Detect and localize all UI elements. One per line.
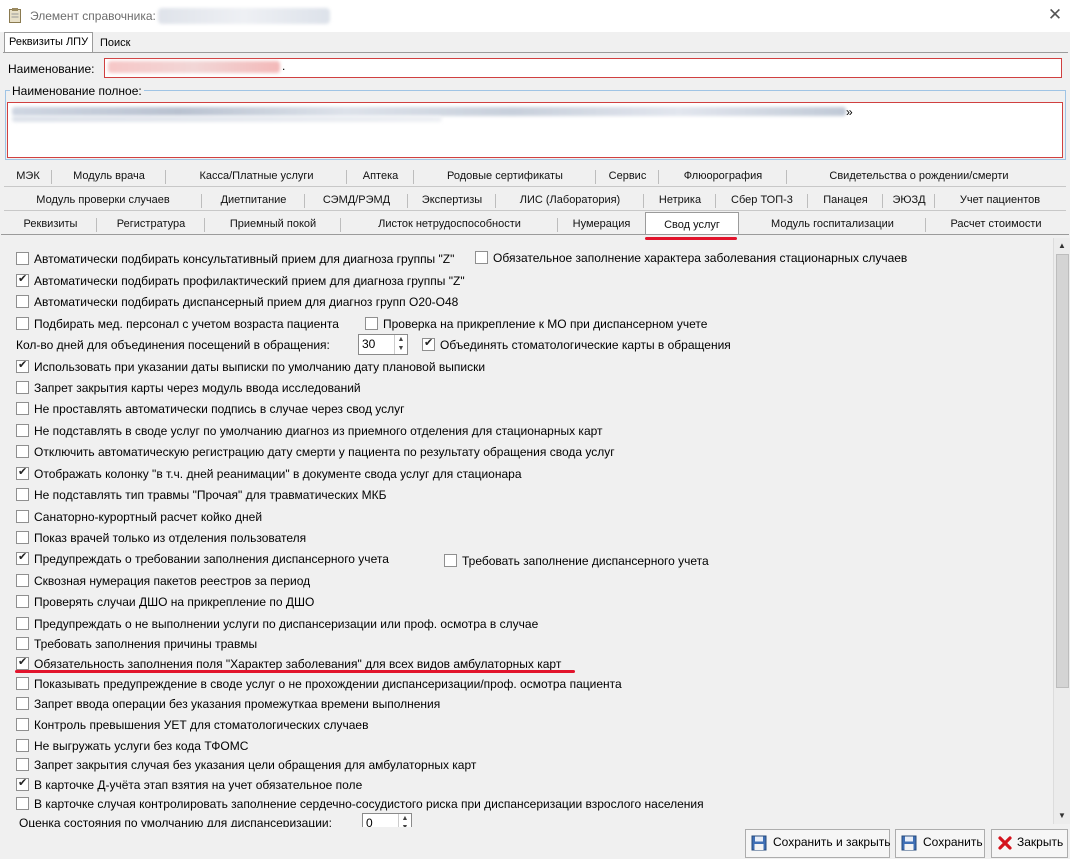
tab-flyuorografiya[interactable]: Флюорография <box>659 167 787 187</box>
checkbox-9[interactable] <box>16 402 29 415</box>
tab-semd-remd[interactable]: СЭМД/РЭМД <box>305 191 408 211</box>
window-title: Элемент справочника: <box>30 9 156 23</box>
tab-ekspertizy[interactable]: Экспертизы <box>408 191 496 211</box>
checkbox-5[interactable] <box>365 317 378 330</box>
checkbox-21[interactable] <box>16 637 29 650</box>
checkbox-12[interactable] <box>16 465 29 480</box>
close-button[interactable]: Закрыть <box>991 829 1068 858</box>
stepper-arrows-icon[interactable]: ▲▼ <box>398 814 411 827</box>
checkbox-28[interactable] <box>16 776 29 791</box>
tab-dietpitanie[interactable]: Диетпитание <box>202 191 305 211</box>
save-button[interactable]: Сохранить <box>895 829 985 858</box>
redacted-name <box>108 61 280 73</box>
tab-modul-proverki[interactable]: Модуль проверки случаев <box>4 191 202 211</box>
tab-rekvizity-lpu[interactable]: Реквизиты ЛПУ <box>4 32 94 53</box>
checkbox-6[interactable] <box>422 336 435 351</box>
checkbox-18[interactable] <box>16 574 29 587</box>
checkbox-11[interactable] <box>16 445 29 458</box>
tab-priemnyy-pokoy[interactable]: Приемный покой <box>205 215 341 235</box>
checkbox-10[interactable] <box>16 424 29 437</box>
tab-sber-top3[interactable]: Сбер ТОП-3 <box>716 191 808 211</box>
checkbox-23[interactable] <box>16 677 29 690</box>
tab-apteka[interactable]: Аптека <box>347 167 414 187</box>
clipboard-icon <box>9 8 21 23</box>
tab-netrika[interactable]: Нетрика <box>644 191 716 211</box>
save-icon <box>901 835 917 851</box>
option-highlight-underline <box>15 670 575 673</box>
close-red-icon <box>998 836 1012 850</box>
tab-row-divider <box>4 210 1066 211</box>
checkbox-4[interactable] <box>16 317 29 330</box>
checkbox-29[interactable] <box>16 797 29 810</box>
tab-row-divider <box>4 186 1066 187</box>
checkbox-1[interactable] <box>475 251 488 264</box>
assessment-label: Оценка состояния по умолчанию для диспан… <box>19 816 332 827</box>
top-tabstrip: Реквизиты ЛПУ Поиск <box>4 32 1070 53</box>
checkbox-2[interactable] <box>16 272 29 287</box>
checkbox-15[interactable] <box>16 531 29 544</box>
checkbox-26[interactable] <box>16 739 29 752</box>
tab-svod-uslug[interactable]: Свод услуг <box>645 212 739 236</box>
tab-modul-gospitalizacii[interactable]: Модуль госпитализации <box>739 215 926 235</box>
tab-lis[interactable]: ЛИС (Лаборатория) <box>496 191 644 211</box>
checkbox-24[interactable] <box>16 697 29 710</box>
checkbox-25[interactable] <box>16 718 29 731</box>
tab-mek[interactable]: МЭК <box>4 167 52 187</box>
save-and-close-button[interactable]: Сохранить и закрыть <box>745 829 890 858</box>
scroll-down-icon[interactable]: ▼ <box>1055 809 1069 823</box>
tab-servis[interactable]: Сервис <box>596 167 659 187</box>
name-label: Наименование: <box>8 62 95 76</box>
vertical-scrollbar[interactable]: ▲ ▼ <box>1053 238 1070 824</box>
svod-uslug-panel: Автоматически подбирать консультативный … <box>1 234 1069 827</box>
checkbox-17[interactable] <box>444 554 457 567</box>
checkbox-0[interactable] <box>16 252 29 265</box>
checkbox-22[interactable] <box>16 655 29 670</box>
checkbox-20[interactable] <box>16 617 29 630</box>
tab-registratura[interactable]: Регистратура <box>97 215 205 235</box>
tab-listok-netrudosposobnosti[interactable]: Листок нетрудоспособности <box>341 215 558 235</box>
tab-search[interactable]: Поиск <box>96 34 134 52</box>
tab-rodovye-sertifikaty[interactable]: Родовые сертификаты <box>414 167 596 187</box>
checkbox-3[interactable] <box>16 295 29 308</box>
checkbox-16[interactable] <box>16 550 29 565</box>
tab-uchet-pacientov[interactable]: Учет пациентов <box>935 191 1065 211</box>
tab-raschet-stoimosti[interactable]: Расчет стоимости <box>926 215 1066 235</box>
full-name-suffix: » <box>846 105 853 119</box>
tab-numeraciya[interactable]: Нумерация <box>558 215 645 235</box>
tab-svidetelstva[interactable]: Свидетельства о рождении/смерти <box>787 167 1051 187</box>
redacted-title-text <box>158 8 330 24</box>
tab-row-2: Модуль проверки случаев Диетпитание СЭМД… <box>4 191 1066 211</box>
assessment-stepper[interactable]: 0 ▲▼ <box>362 813 412 827</box>
tab-rekvizity[interactable]: Реквизиты <box>4 215 97 235</box>
tab-kassa[interactable]: Касса/Платные услуги <box>166 167 347 187</box>
checkbox-7[interactable] <box>16 358 29 373</box>
checkbox-8[interactable] <box>16 381 29 394</box>
days-label: Кол-во дней для объединения посещений в … <box>16 338 330 352</box>
checkbox-14[interactable] <box>16 510 29 523</box>
days-stepper[interactable]: 30 ▲ ▼ <box>358 334 408 355</box>
redacted-full-name <box>12 107 846 116</box>
stepper-arrows-icon[interactable]: ▲▼ <box>394 335 407 354</box>
checkbox-27[interactable] <box>16 758 29 771</box>
tab-eyuzd[interactable]: ЭЮЗД <box>883 191 935 211</box>
close-icon[interactable]: ✕ <box>1046 6 1064 24</box>
scroll-up-icon[interactable]: ▲ <box>1055 239 1069 253</box>
save-close-icon <box>751 835 767 851</box>
tab-panaceya[interactable]: Панацея <box>808 191 883 211</box>
name-suffix: . <box>282 59 286 73</box>
redacted-full-name-line2 <box>12 116 442 122</box>
full-name-label: Наименование полное: <box>10 84 144 98</box>
checkbox-13[interactable] <box>16 488 29 501</box>
tab-row-3: Реквизиты Регистратура Приемный покой Ли… <box>4 212 1066 236</box>
tab-modul-vracha[interactable]: Модуль врача <box>52 167 166 187</box>
tab-row-1: МЭК Модуль врача Касса/Платные услуги Ап… <box>4 167 1066 187</box>
scrollbar-thumb[interactable] <box>1056 254 1069 688</box>
checkbox-19[interactable] <box>16 595 29 608</box>
tab-highlight-underline <box>645 237 737 240</box>
